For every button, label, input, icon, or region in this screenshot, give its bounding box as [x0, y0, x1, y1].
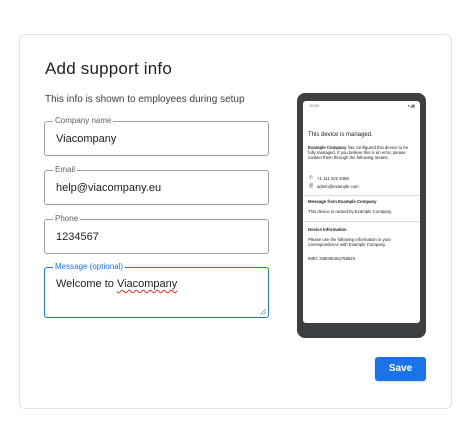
company-name-label: Company name [53, 116, 114, 126]
page-title: Add support info [45, 59, 173, 78]
contact-email-row: @ admin@example.com [308, 183, 359, 189]
message-heading: Message from Example Company [308, 199, 377, 204]
status-time: 10:00 [309, 103, 320, 108]
email-field[interactable]: Email help@viacompany.eu [44, 165, 269, 205]
email-value: help@viacompany.eu [56, 182, 162, 194]
at-icon: @ [308, 183, 314, 189]
phone-field[interactable]: Phone 1234567 [44, 214, 269, 254]
email-label: Email [53, 165, 78, 175]
company-name-field[interactable]: Company name Viacompany [44, 116, 269, 156]
message-preview-text: This device is owned by Example Company. [308, 209, 392, 214]
page-subtitle: This info is shown to employees during s… [45, 94, 245, 105]
device-info-heading: Device Information [308, 227, 347, 232]
status-icons: ▾◢▮ [407, 103, 415, 108]
phone-label: Phone [53, 214, 81, 224]
device-info-text: Please use the following information in … [308, 237, 391, 248]
message-text: Welcome to [56, 278, 117, 290]
device-screen: 10:00 ▾◢▮ This device is managed. Exampl… [303, 101, 420, 323]
device-preview: 10:00 ▾◢▮ This device is managed. Exampl… [297, 93, 426, 338]
message-value: Welcome to Viacompany [56, 278, 177, 290]
status-bar: 10:00 ▾◢▮ [303, 101, 420, 111]
managed-text: Example Company has configured this devi… [308, 145, 416, 161]
imei-text: IMEI: 348036454759523 [308, 256, 356, 261]
company-name-value: Viacompany [56, 133, 117, 145]
contact-email: admin@example.com [317, 183, 359, 189]
divider [303, 195, 420, 196]
contact-phone: +1 111 222 3456 [317, 175, 349, 181]
managed-heading: This device is managed. [308, 132, 373, 138]
message-textarea[interactable]: Message (optional) Welcome to Viacompany [44, 262, 269, 318]
phone-icon: ✆ [308, 175, 314, 181]
misspelled-word: Viacompany [116, 278, 178, 290]
resize-handle-icon[interactable] [260, 309, 266, 315]
divider [303, 221, 420, 222]
contact-phone-row: ✆ +1 111 222 3456 [308, 175, 349, 181]
message-label: Message (optional) [53, 262, 126, 272]
phone-value: 1234567 [56, 231, 99, 243]
save-button[interactable]: Save [375, 357, 426, 381]
